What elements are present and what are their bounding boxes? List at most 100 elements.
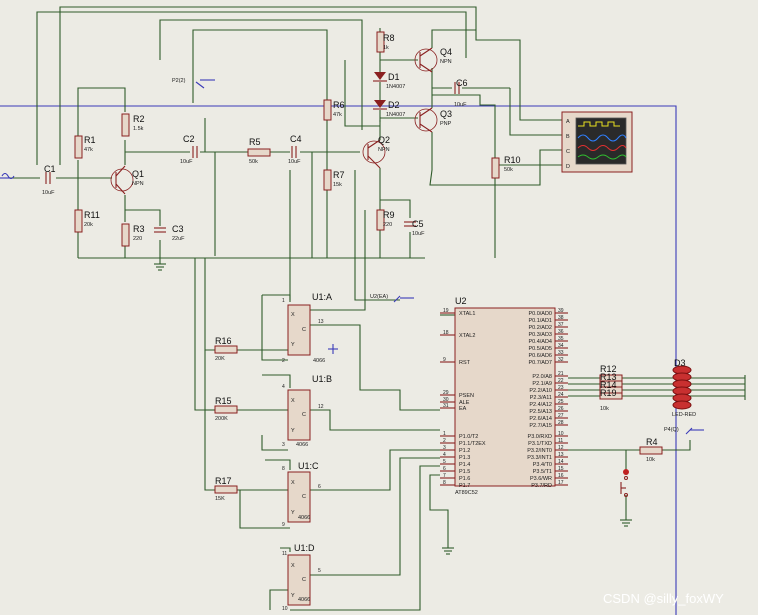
r16-ref: R16: [215, 336, 232, 346]
mcu-pin-number: 38: [558, 315, 564, 321]
capacitor-c2[interactable]: [192, 146, 198, 158]
resistor-r2[interactable]: [121, 113, 130, 137]
probe-u2ea-icon[interactable]: [393, 295, 414, 303]
resistor-r10[interactable]: [491, 157, 500, 179]
u1a-pin-x: X: [291, 312, 295, 318]
mcu-pin-name: P1.5: [459, 469, 470, 475]
probe-p22-icon[interactable]: [195, 79, 215, 89]
mcu-pin-name: P3.2/INT0: [527, 448, 552, 454]
u1b-ref: U1:B: [312, 374, 332, 384]
q1-type: NPN: [132, 181, 144, 187]
r6-ref: R6: [333, 100, 345, 110]
u1a-pin-out: 2: [282, 358, 285, 364]
mcu-pin-number: 18: [443, 330, 449, 336]
mcu-pin-name: P2.3/A11: [530, 395, 552, 401]
mcu-pin-name: P3.4/T0: [533, 462, 552, 468]
mcu-pin-number: 7: [443, 473, 446, 479]
oscilloscope[interactable]: [561, 111, 633, 173]
watermark: CSDN @silly_foxWY: [603, 591, 724, 606]
mcu-pin-number: 22: [558, 378, 564, 384]
u1a-pin-in: 1: [282, 298, 285, 304]
r15-value: 200K: [215, 416, 228, 422]
resistor-r7[interactable]: [323, 169, 332, 191]
probe-p22-label: P2(2): [172, 78, 186, 84]
c1-value: 10uF: [42, 190, 55, 196]
schematic-canvas[interactable]: { "components": { "r1": {"ref": "R1", "v…: [0, 0, 758, 615]
resistor-r3[interactable]: [121, 223, 130, 247]
c2-value: 10uF: [180, 159, 193, 165]
mcu-pin-name: P0.6/AD6: [528, 353, 552, 359]
resistor-r16[interactable]: [214, 345, 238, 354]
r11-value: 20k: [84, 222, 93, 228]
r17-value: 15K: [215, 496, 225, 502]
probe-p4q-icon[interactable]: [685, 427, 704, 435]
resistor-r11[interactable]: [74, 209, 83, 233]
mcu-pin-name: P2.0/A8: [532, 374, 552, 380]
q3-ref: Q3: [440, 109, 452, 119]
mcu-pin-name: P2.1/A9: [532, 381, 552, 387]
r8-value: 1k: [383, 45, 389, 51]
r8-ref: R8: [383, 33, 395, 43]
mcu-pin-name: P1.0/T2: [459, 434, 478, 440]
r6-value: 47k: [333, 112, 342, 118]
mcu-pin-number: 17: [558, 480, 564, 486]
r10-value: 50k: [504, 167, 513, 173]
resistor-r15[interactable]: [214, 405, 238, 414]
diode-d2[interactable]: [373, 100, 387, 110]
mcu-pin-number: 12: [558, 445, 564, 451]
resistor-r17[interactable]: [214, 485, 238, 494]
mcu-pin-number: 39: [558, 308, 564, 314]
r1-ref: R1: [84, 135, 96, 145]
mcu-pin-name: P1.6: [459, 476, 470, 482]
cursor-crosshair-icon: [328, 344, 338, 354]
resistor-r4[interactable]: [639, 446, 663, 455]
mcu-pin-name: P0.0/AD0: [528, 311, 552, 317]
signal-source-icon[interactable]: [0, 172, 15, 180]
ground-symbol: [620, 519, 632, 527]
mcu-pin-name: P0.7/AD7: [528, 360, 552, 366]
resistor-r5[interactable]: [247, 148, 271, 157]
diode-d1[interactable]: [373, 72, 387, 82]
push-button[interactable]: [620, 469, 629, 497]
q2-type: NPN: [378, 147, 390, 153]
mcu-pin-number: 1: [443, 431, 446, 437]
c3-ref: C3: [172, 224, 184, 234]
resistor-r1[interactable]: [74, 135, 83, 159]
transistor-q1[interactable]: [110, 165, 134, 195]
u2-ref: U2: [455, 296, 467, 306]
d1-value: 1N4007: [386, 84, 405, 90]
u1a-part: 4066: [313, 358, 325, 364]
u1b-part: 4066: [296, 442, 308, 448]
ground-symbol: [442, 545, 454, 555]
probe-p4q-label: P4(Q): [664, 427, 679, 433]
u1c-pin-c: C: [302, 494, 306, 500]
mcu-pin-number: 23: [558, 385, 564, 391]
scope-channel-d: D: [566, 164, 570, 170]
transistor-q3[interactable]: [414, 107, 438, 133]
c4-value: 10uF: [288, 159, 301, 165]
u1c-part: 4066: [298, 515, 310, 521]
q4-type: NPN: [440, 59, 452, 65]
mcu-pin-name: P2.4/A12: [529, 402, 552, 408]
mcu-pin-number: 26: [558, 406, 564, 412]
mcu-pin-name: P3.3/INT1: [527, 455, 552, 461]
mcu-pin-name: XTAL2: [459, 333, 475, 339]
mcu-pin-number: 16: [558, 473, 564, 479]
r11-ref: R11: [84, 210, 100, 220]
u1c-pin-y: Y: [291, 510, 295, 516]
r1-value: 47k: [84, 147, 93, 153]
mcu-pin-name: P3.5/T1: [533, 469, 552, 475]
resistor-r6[interactable]: [323, 99, 332, 121]
u1d-pin-out: 10: [282, 606, 288, 612]
r5-ref: R5: [249, 137, 261, 147]
capacitor-c4[interactable]: [291, 146, 297, 158]
mcu-pin-name: P0.5/AD5: [528, 346, 552, 352]
c3-value: 22uF: [172, 236, 185, 242]
r3-ref: R3: [133, 224, 145, 234]
u1c-pin-ctl: 6: [318, 484, 321, 490]
r5-value: 50k: [249, 159, 258, 165]
c2-ref: C2: [183, 134, 195, 144]
c6-ref: C6: [456, 78, 468, 88]
capacitor-c3[interactable]: [154, 227, 166, 233]
mcu-pin-number: 11: [558, 438, 563, 444]
